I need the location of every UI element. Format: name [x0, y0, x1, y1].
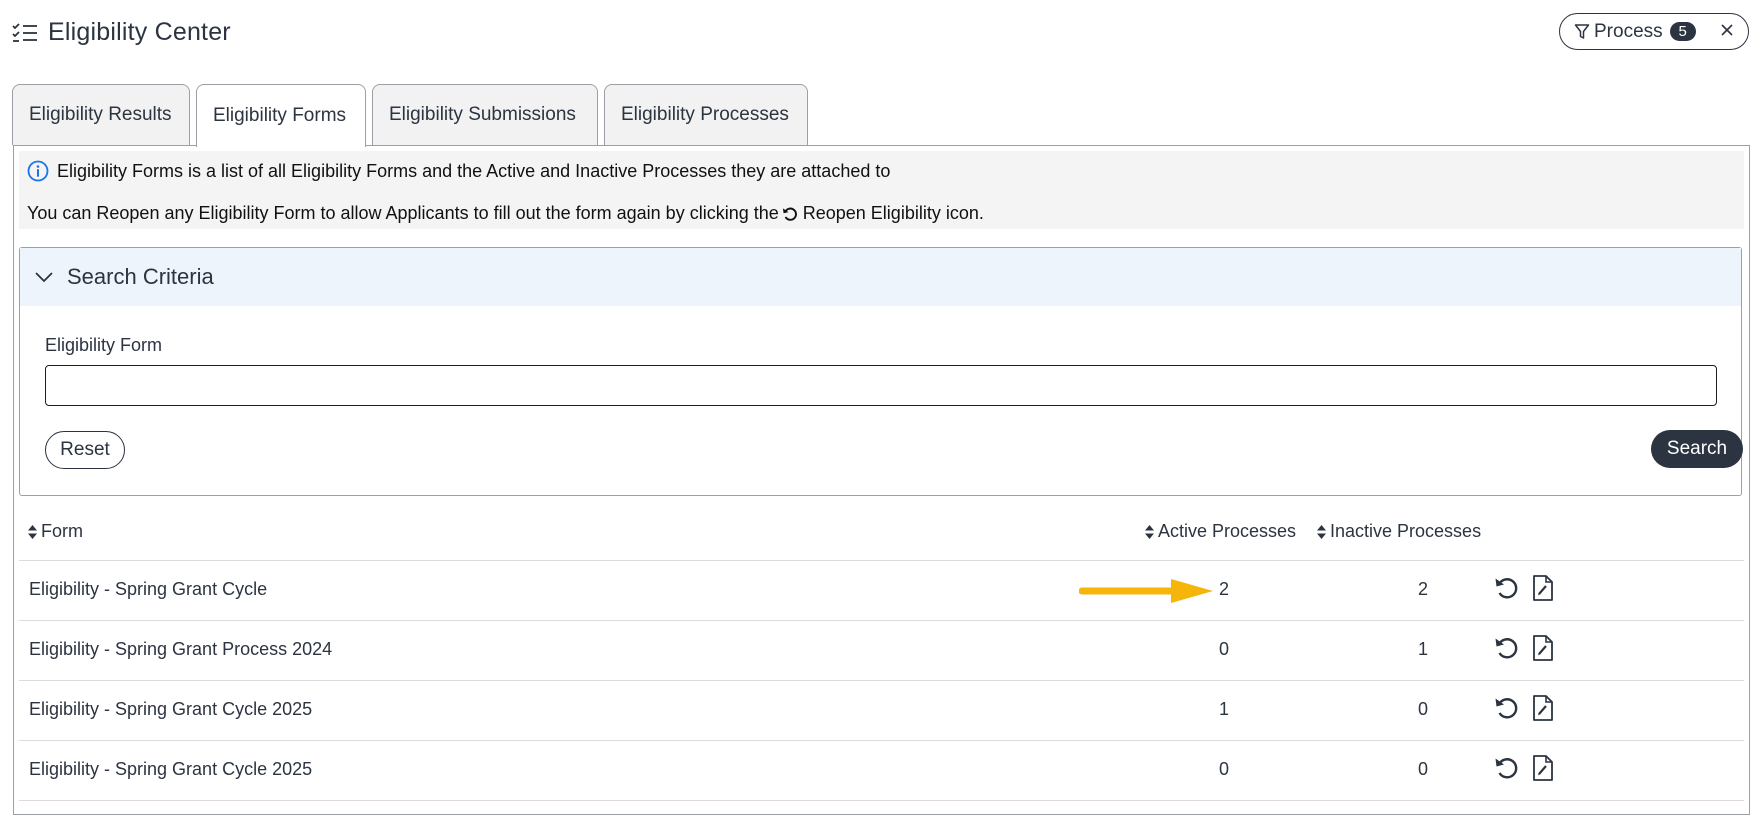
reopen-icon	[782, 207, 797, 221]
filter-label: Process	[1594, 20, 1663, 42]
table-row: Eligibility - Spring Grant Cycle 2 2	[19, 561, 1744, 621]
reopen-icon[interactable]	[1492, 634, 1520, 662]
edit-document-icon[interactable]	[1531, 754, 1555, 782]
info-box: Eligibility Forms is a list of all Eligi…	[19, 151, 1744, 229]
column-header-form-label: Form	[41, 521, 83, 541]
form-name-cell: Eligibility - Spring Grant Cycle 2025	[29, 759, 313, 779]
reset-button[interactable]: Reset	[45, 431, 125, 469]
edit-document-icon[interactable]	[1531, 694, 1555, 722]
column-header-inactive[interactable]: Inactive Processes	[1316, 521, 1481, 542]
tab-eligibility-submissions[interactable]: Eligibility Submissions	[372, 84, 598, 145]
edit-document-icon[interactable]	[1531, 634, 1555, 662]
inactive-processes-cell: 2	[1417, 579, 1428, 599]
sort-icon	[1145, 524, 1154, 539]
info-line-1: Eligibility Forms is a list of all Eligi…	[27, 160, 890, 182]
column-header-active-label: Active Processes	[1158, 521, 1297, 541]
chevron-down-icon	[35, 272, 53, 283]
process-filter-chip[interactable]: Process 5	[1559, 13, 1749, 50]
table-row: Eligibility - Spring Grant Cycle 2025 0 …	[19, 741, 1744, 801]
eligibility-form-input[interactable]	[45, 365, 1717, 406]
form-name-cell: Eligibility - Spring Grant Process 2024	[29, 639, 333, 659]
active-processes-cell: 2	[1218, 579, 1229, 599]
table-row: Eligibility - Spring Grant Cycle 2025 1 …	[19, 681, 1744, 741]
sort-icon	[1317, 524, 1326, 539]
inactive-processes-cell: 0	[1417, 759, 1428, 779]
search-criteria-panel: Search Criteria Eligibility Form Reset S…	[19, 247, 1743, 496]
active-processes-cell: 0	[1218, 759, 1229, 779]
search-button[interactable]: Search	[1651, 430, 1743, 468]
form-name-cell: Eligibility - Spring Grant Cycle 2025	[29, 699, 313, 719]
inactive-processes-cell: 0	[1417, 699, 1428, 719]
active-processes-cell: 0	[1218, 639, 1229, 659]
tab-eligibility-forms[interactable]: Eligibility Forms	[196, 84, 366, 147]
eligibility-form-label: Eligibility Form	[45, 335, 163, 355]
table-row: Eligibility - Spring Grant Process 2024 …	[19, 621, 1744, 681]
filter-count-badge: 5	[1669, 22, 1696, 41]
table-header: Form Active Processes Inactive Processes	[19, 502, 1744, 561]
info-line-2: You can Reopen any Eligibility Form to a…	[27, 203, 984, 224]
column-header-inactive-label: Inactive Processes	[1330, 521, 1482, 541]
search-criteria-header[interactable]: Search Criteria	[20, 248, 1741, 306]
search-criteria-title: Search Criteria	[67, 264, 214, 289]
form-name-cell: Eligibility - Spring Grant Cycle	[29, 579, 268, 599]
checklist-icon	[12, 22, 37, 42]
funnel-icon	[1574, 23, 1590, 39]
column-header-active[interactable]: Active Processes	[1144, 521, 1296, 542]
tab-eligibility-processes[interactable]: Eligibility Processes	[604, 84, 808, 145]
edit-document-icon[interactable]	[1531, 574, 1555, 602]
info-text-2b: Reopen Eligibility icon.	[802, 203, 984, 223]
inactive-processes-cell: 1	[1417, 639, 1428, 659]
reopen-icon[interactable]	[1492, 694, 1520, 722]
page-header: Eligibility Center Process 5	[0, 0, 1762, 70]
active-processes-cell: 1	[1218, 699, 1229, 719]
info-text-1: Eligibility Forms is a list of all Eligi…	[57, 160, 891, 181]
tab-panel: Eligibility Forms is a list of all Eligi…	[13, 145, 1750, 815]
info-text-2a: You can Reopen any Eligibility Form to a…	[27, 203, 779, 223]
reopen-icon[interactable]	[1492, 574, 1520, 602]
page-title: Eligibility Center	[48, 18, 231, 46]
reopen-icon[interactable]	[1492, 754, 1520, 782]
info-circle-icon	[27, 160, 49, 182]
tab-bar: Eligibility Results Eligibility Forms El…	[12, 84, 814, 147]
close-icon[interactable]	[1718, 21, 1736, 39]
tab-eligibility-results[interactable]: Eligibility Results	[12, 84, 190, 145]
annotation-arrow	[1079, 579, 1213, 603]
column-header-form[interactable]: Form	[27, 521, 83, 542]
sort-icon	[28, 524, 37, 539]
title-wrap: Eligibility Center	[12, 18, 231, 47]
